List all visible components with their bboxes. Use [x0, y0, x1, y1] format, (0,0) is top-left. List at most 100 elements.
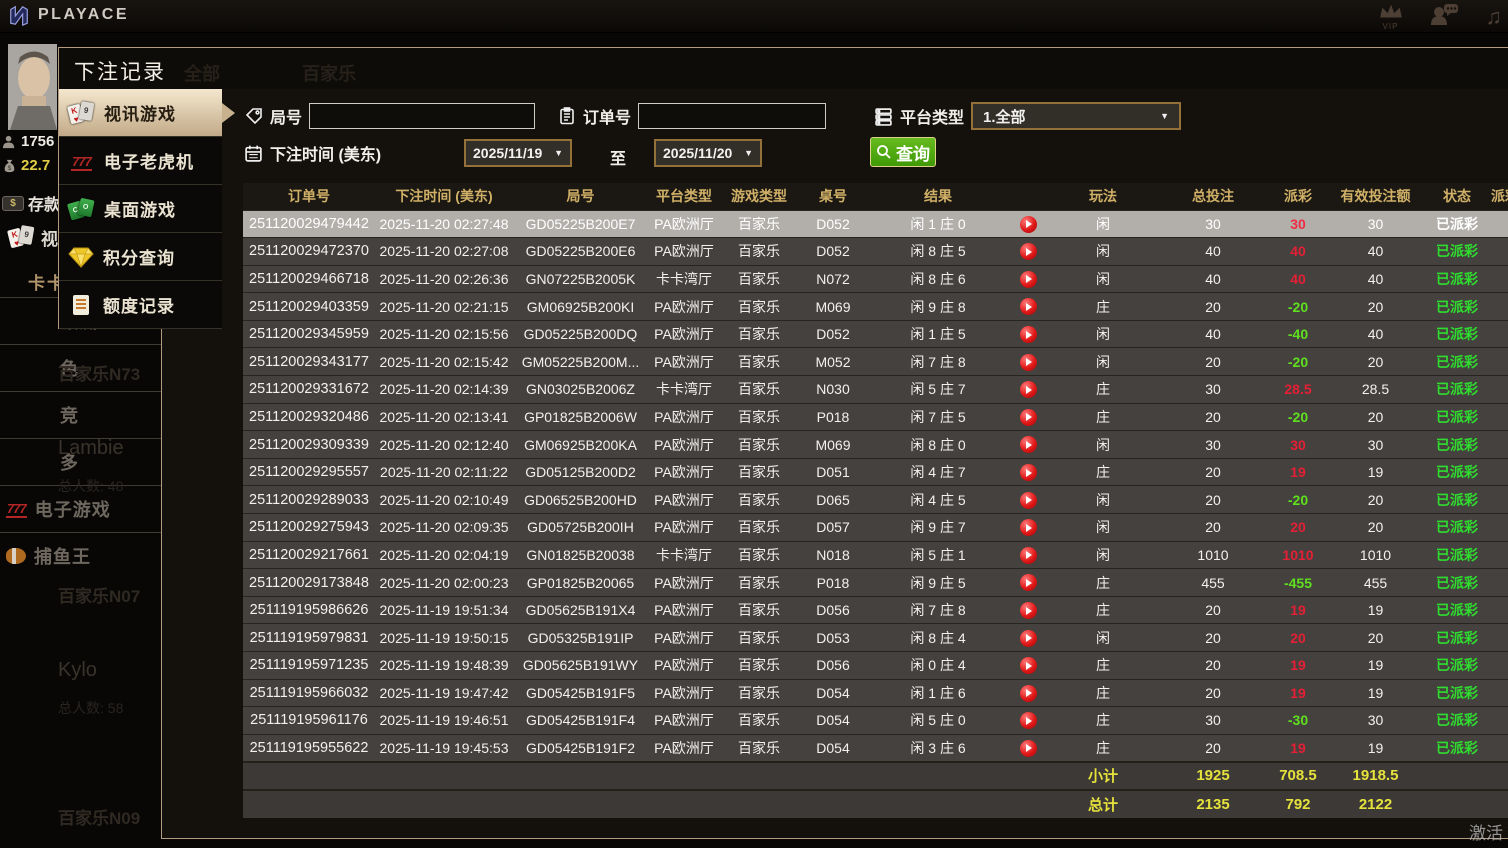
video-cell[interactable] — [1008, 376, 1048, 404]
column-header: 玩法 — [1048, 183, 1158, 210]
bet-side: 庄 — [1048, 734, 1158, 762]
column-header: 桌号 — [798, 183, 868, 210]
table-row[interactable]: 2511200293093392025-11-20 02:12:40GM0692… — [243, 431, 1508, 459]
valid-bet: 1010 — [1328, 541, 1423, 569]
table-row[interactable]: 2511200293204862025-11-20 02:13:41GP0182… — [243, 403, 1508, 431]
play-video-button[interactable] — [1020, 657, 1037, 674]
deposit-button[interactable]: $ 存款 — [2, 191, 60, 215]
table-row[interactable]: 2511191959712352025-11-19 19:48:39GD0562… — [243, 652, 1508, 680]
play-video-button[interactable] — [1020, 271, 1037, 288]
round-input[interactable] — [309, 103, 535, 129]
bet-time: 2025-11-20 02:00:23 — [375, 569, 513, 597]
play-video-button[interactable] — [1020, 574, 1037, 591]
video-cell[interactable] — [1008, 486, 1048, 514]
menu-item-table-games[interactable]: C O 桌面游戏 — [59, 185, 222, 233]
ghost-game-card: 百家乐N07Kylo总人数: 58 — [58, 582, 168, 718]
customer-service-button[interactable] — [1430, 2, 1460, 31]
menu-item-points-query[interactable]: 积分查询 — [59, 233, 222, 281]
table-row[interactable]: 2511200294033592025-11-20 02:21:15GM0692… — [243, 293, 1508, 321]
video-cell[interactable] — [1008, 679, 1048, 707]
platform: PA欧洲厅 — [648, 514, 720, 542]
search-button[interactable]: 查询 — [870, 137, 936, 167]
table-row[interactable]: 2511200294723702025-11-20 02:27:08GD0522… — [243, 238, 1508, 266]
order-no: 251119195961176 — [243, 707, 375, 735]
table-no: M052 — [798, 348, 868, 376]
bet-side: 庄 — [1048, 679, 1158, 707]
menu-item-quota-records[interactable]: 额度记录 — [59, 281, 222, 329]
date-to-select[interactable]: 2025/11/20 ▼ — [654, 139, 762, 167]
video-cell[interactable] — [1008, 707, 1048, 735]
video-cell[interactable] — [1008, 348, 1048, 376]
valid-bet: 19 — [1328, 734, 1423, 762]
table-row[interactable]: 2511200293316722025-11-20 02:14:39GN0302… — [243, 376, 1508, 404]
video-cell[interactable] — [1008, 431, 1048, 459]
play-video-button[interactable] — [1020, 326, 1037, 343]
play-video-button[interactable] — [1020, 547, 1037, 564]
play-video-button[interactable] — [1020, 519, 1037, 536]
table-no: D051 — [798, 458, 868, 486]
order-input[interactable] — [638, 103, 826, 129]
payout: 40 — [1268, 265, 1328, 293]
date-from-select[interactable]: 2025/11/19 ▼ — [464, 139, 572, 167]
video-cell[interactable] — [1008, 734, 1048, 762]
video-cell[interactable] — [1008, 652, 1048, 680]
play-video-button[interactable] — [1020, 409, 1037, 426]
play-video-button[interactable] — [1020, 436, 1037, 453]
video-cell[interactable] — [1008, 569, 1048, 597]
result: 闲 0 庄 4 — [868, 652, 1008, 680]
play-video-button[interactable] — [1020, 464, 1037, 481]
menu-item-video-games[interactable]: K♥9 视讯游戏 — [59, 89, 222, 137]
video-cell[interactable] — [1008, 541, 1048, 569]
table-row[interactable]: 2511191959611762025-11-19 19:46:51GD0542… — [243, 707, 1508, 735]
table-row[interactable]: 2511200294794422025-11-20 02:27:48GD0522… — [243, 210, 1508, 238]
valid-bet: 20 — [1328, 403, 1423, 431]
table-row[interactable]: 2511200292759432025-11-20 02:09:35GD0572… — [243, 514, 1508, 542]
play-video-button[interactable] — [1020, 216, 1037, 233]
video-cell[interactable] — [1008, 238, 1048, 266]
video-cell[interactable] — [1008, 458, 1048, 486]
sidebar-video-tab[interactable]: K♥9 视 — [8, 224, 58, 250]
table-row[interactable]: 2511200293459592025-11-20 02:15:56GD0522… — [243, 320, 1508, 348]
video-cell[interactable] — [1008, 210, 1048, 238]
video-cell[interactable] — [1008, 293, 1048, 321]
video-cell[interactable] — [1008, 265, 1048, 293]
table-row[interactable]: 2511191959798312025-11-19 19:50:15GD0532… — [243, 624, 1508, 652]
play-video-button[interactable] — [1020, 712, 1037, 729]
avatar[interactable] — [8, 44, 57, 130]
table-row[interactable]: 2511200293431772025-11-20 02:15:42GM0522… — [243, 348, 1508, 376]
play-video-button[interactable] — [1020, 381, 1037, 398]
bet-side: 闲 — [1048, 238, 1158, 266]
play-video-button[interactable] — [1020, 492, 1037, 509]
brand-logo[interactable]: PLAYACE — [8, 4, 129, 26]
play-video-button[interactable] — [1020, 685, 1037, 702]
platform: PA欧洲厅 — [648, 293, 720, 321]
video-cell[interactable] — [1008, 596, 1048, 624]
menu-item-slots[interactable]: 777 电子老虎机 — [59, 137, 222, 185]
table-no: N072 — [798, 265, 868, 293]
game-type: 百家乐 — [720, 679, 798, 707]
play-video-button[interactable] — [1020, 298, 1037, 315]
play-video-button[interactable] — [1020, 243, 1037, 260]
table-row[interactable]: 2511191959866262025-11-19 19:51:34GD0562… — [243, 596, 1508, 624]
video-cell[interactable] — [1008, 514, 1048, 542]
table-row[interactable]: 2511191959660322025-11-19 19:47:42GD0542… — [243, 679, 1508, 707]
table-no: D052 — [798, 238, 868, 266]
table-row[interactable]: 2511200294667182025-11-20 02:26:36GN0722… — [243, 265, 1508, 293]
table-row[interactable]: 2511191959556222025-11-19 19:45:53GD0542… — [243, 734, 1508, 762]
subtotal-row-label: 小计 — [1048, 762, 1158, 790]
music-icon[interactable]: ♫ — [1486, 4, 1503, 30]
play-video-button[interactable] — [1020, 602, 1037, 619]
table-row[interactable]: 2511200292955572025-11-20 02:11:22GD0512… — [243, 458, 1508, 486]
ghost-game-card: 百家乐N73Lambie总人数: 48 — [58, 360, 168, 496]
video-cell[interactable] — [1008, 624, 1048, 652]
play-video-button[interactable] — [1020, 740, 1037, 757]
table-row[interactable]: 2511200292176612025-11-20 02:04:19GN0182… — [243, 541, 1508, 569]
play-video-button[interactable] — [1020, 630, 1037, 647]
table-row[interactable]: 2511200292890332025-11-20 02:10:49GD0652… — [243, 486, 1508, 514]
video-cell[interactable] — [1008, 320, 1048, 348]
table-row[interactable]: 2511200291738482025-11-20 02:00:23GP0182… — [243, 569, 1508, 597]
vip-button[interactable]: VIP — [1378, 3, 1404, 31]
platform-select[interactable]: 1.全部 ▼ — [971, 102, 1181, 130]
play-video-button[interactable] — [1020, 354, 1037, 371]
video-cell[interactable] — [1008, 403, 1048, 431]
